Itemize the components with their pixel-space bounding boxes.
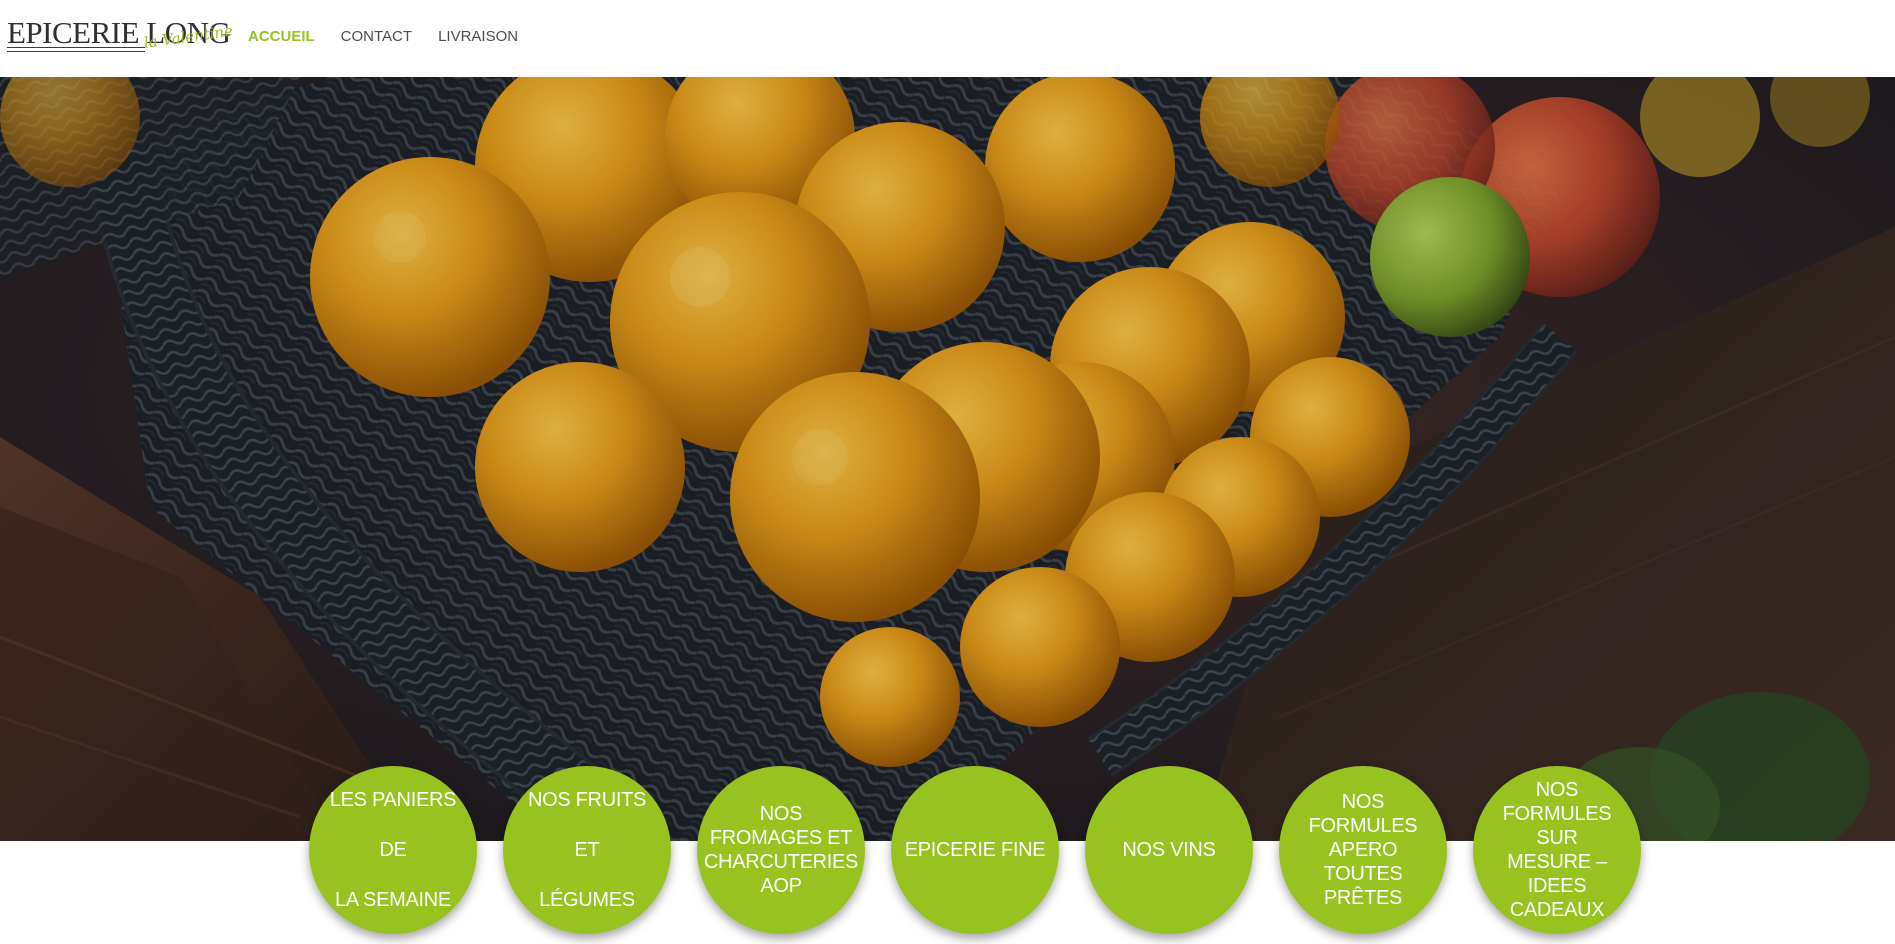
- category-label: EPICERIE FINE: [904, 839, 1046, 861]
- main-navigation: ACCUEIL CONTACT LIVRAISON: [248, 26, 518, 48]
- logo-line-top: [7, 47, 145, 48]
- category-formules-apero[interactable]: NOS FORMULES APERO TOUTES PRÊTES: [1279, 766, 1447, 934]
- category-formules-mesure[interactable]: NOS FORMULES SUR MESURE – IDEES CADEAUX: [1473, 766, 1641, 934]
- category-paniers-semaine[interactable]: LES PANIERS DE LA SEMAINE: [309, 766, 477, 934]
- nav-item-livraison[interactable]: LIVRAISON: [438, 26, 518, 48]
- logo-line-bottom: [7, 51, 145, 52]
- site-header: EPICERIE LONG la Valentine ACCUEIL CONTA…: [0, 0, 1895, 77]
- category-label: NOS FORMULES SUR MESURE – IDEES CADEAUX: [1502, 779, 1612, 921]
- hero-image: [0, 77, 1895, 841]
- category-label: NOS FRUITS ET LÉGUMES: [527, 789, 647, 911]
- category-fromages-charcuteries[interactable]: NOS FROMAGES ET CHARCUTERIES AOP: [697, 766, 865, 934]
- category-label: NOS FORMULES APERO TOUTES PRÊTES: [1308, 791, 1418, 909]
- nav-item-contact[interactable]: CONTACT: [341, 26, 412, 48]
- category-label: NOS VINS: [1122, 839, 1216, 861]
- category-label: LES PANIERS DE LA SEMAINE: [329, 789, 457, 911]
- logo-divider: [7, 47, 221, 57]
- site-logo[interactable]: EPICERIE LONG la Valentine: [7, 17, 234, 57]
- nav-item-accueil[interactable]: ACCUEIL: [248, 26, 315, 48]
- category-vins[interactable]: NOS VINS: [1085, 766, 1253, 934]
- category-epicerie-fine[interactable]: EPICERIE FINE: [891, 766, 1059, 934]
- category-label: NOS FROMAGES ET CHARCUTERIES AOP: [703, 803, 859, 897]
- category-links: LES PANIERS DE LA SEMAINE NOS FRUITS ET …: [309, 766, 1643, 936]
- hero-banner: [0, 77, 1895, 841]
- category-fruits-legumes[interactable]: NOS FRUITS ET LÉGUMES: [503, 766, 671, 934]
